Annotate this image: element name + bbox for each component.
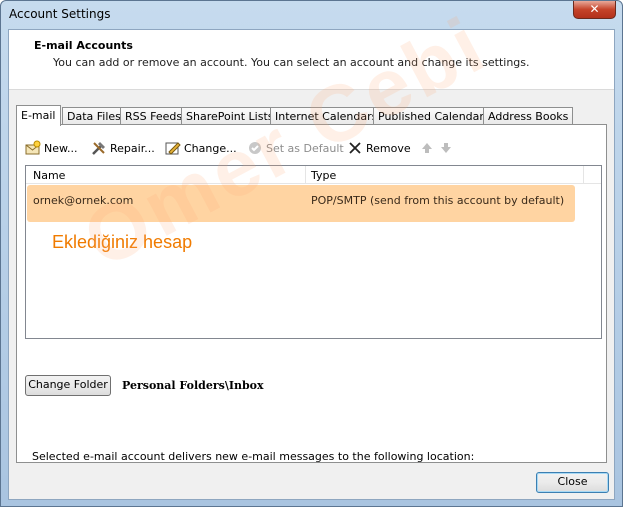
email-tab-panel: New... Repair... Change... Set as Defaul… [16,124,607,463]
arrow-down-icon [438,140,454,156]
change-account-button[interactable]: Change... [165,139,237,157]
column-header-type[interactable]: Type [311,169,336,182]
window-title: Account Settings [9,7,111,21]
tab-published-calendars[interactable]: Published Calendars [373,107,495,125]
window-close-button[interactable]: ✕ [573,1,616,19]
repair-account-label: Repair... [110,141,155,155]
section-description: You can add or remove an account. You ca… [53,56,530,69]
column-header-name[interactable]: Name [33,169,65,182]
tab-rss-feeds[interactable]: RSS Feeds [120,107,188,125]
remove-account-label: Remove [366,141,411,155]
delivery-location-text: Selected e-mail account delivers new e-m… [32,450,475,463]
move-down-button[interactable] [438,139,457,157]
list-header: Name Type [26,166,601,184]
account-type-cell: POP/SMTP (send from this account by defa… [311,194,565,207]
check-circle-icon [247,140,263,156]
delivery-folder-path: Personal Folders\Inbox [122,379,264,392]
repair-account-button[interactable]: Repair... [91,139,155,157]
title-bar[interactable]: Account Settings ✕ [1,1,622,27]
header-band: E-mail Accounts You can add or remove an… [9,30,614,90]
set-default-label: Set as Default [266,141,344,155]
arrow-up-icon [419,140,435,156]
tab-internet-calendars[interactable]: Internet Calendars [270,107,383,125]
remove-x-icon [347,140,363,156]
tab-sharepoint-lists[interactable]: SharePoint Lists [181,107,279,125]
account-annotation: Eklediğiniz hesap [52,232,193,252]
move-up-button[interactable] [419,139,438,157]
table-row[interactable]: ornek@ornek.com POP/SMTP (send from this… [27,185,575,222]
tab-data-files[interactable]: Data Files [62,107,126,125]
column-divider[interactable] [305,166,306,184]
account-name-cell: ornek@ornek.com [33,194,134,207]
set-default-button[interactable]: Set as Default [247,139,344,157]
account-settings-window: Account Settings ✕ E-mail Accounts You c… [0,0,623,507]
tab-address-books[interactable]: Address Books [483,107,574,125]
close-button[interactable]: Close [536,472,609,493]
tab-email[interactable]: E-mail [16,105,61,126]
new-account-button[interactable]: New... [25,139,77,157]
dialog-client-area: E-mail Accounts You can add or remove an… [8,0,615,500]
change-settings-icon [165,140,181,156]
new-account-label: New... [44,141,78,155]
account-list[interactable]: Name Type ornek@ornek.com POP/SMTP (send… [25,165,602,339]
section-title: E-mail Accounts [34,39,133,52]
change-folder-button[interactable]: Change Folder [25,375,111,396]
tools-icon [91,140,107,156]
change-account-label: Change... [184,141,237,155]
remove-account-button[interactable]: Remove [347,139,411,157]
column-divider[interactable] [583,166,584,184]
new-mail-icon [25,140,41,156]
